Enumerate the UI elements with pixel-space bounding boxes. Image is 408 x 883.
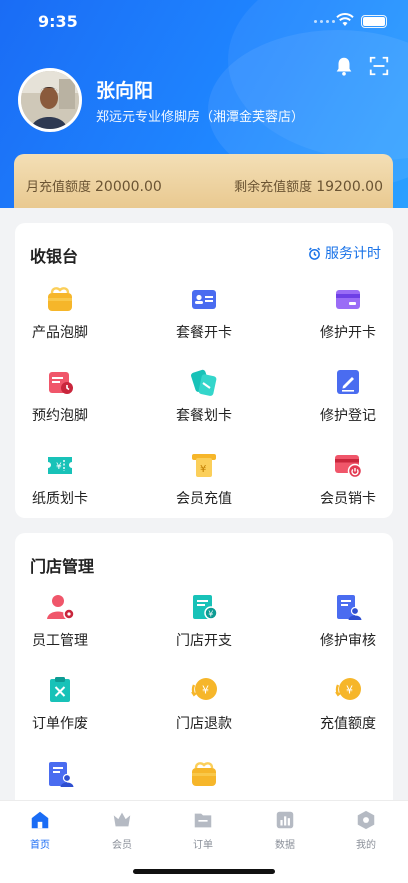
- svg-text:¥: ¥: [346, 684, 353, 697]
- paper-ticket-icon: ¥: [48, 457, 72, 474]
- grid-item-label: 套餐开卡: [176, 325, 232, 341]
- basket-icon: [192, 762, 216, 786]
- quota-icon: ¥: [335, 678, 361, 700]
- grid-item-label: 修护审核: [320, 633, 376, 649]
- grid-item-label: 预约泡脚: [32, 408, 88, 424]
- chart-icon: [276, 811, 294, 829]
- expense-icon: ¥: [193, 595, 218, 620]
- grid-item-label: 套餐划卡: [176, 408, 232, 424]
- grid-item-appointment-foot-bath[interactable]: 预约泡脚: [5, 367, 115, 437]
- wifi-icon: [336, 13, 354, 26]
- status-time: 9:35: [38, 12, 78, 31]
- audit-icon: [337, 595, 362, 620]
- refund-icon: ¥: [191, 678, 217, 700]
- grid-item-package-open-card[interactable]: 套餐开卡: [149, 284, 259, 354]
- remaining-quota-value: 19200.00: [316, 179, 383, 195]
- grid-item-repair-open-card[interactable]: 修护开卡: [293, 284, 403, 354]
- folder-icon: [194, 813, 212, 828]
- grid-item-label: 门店开支: [176, 633, 232, 649]
- alarm-clock-icon: [308, 247, 321, 260]
- tab-label: 我的: [356, 840, 376, 851]
- recharge-icon: ¥: [192, 454, 216, 477]
- store-name: 郑远元专业修脚房（湘潭金芙蓉店）: [96, 110, 305, 125]
- grid-item-store-refund[interactable]: ¥ 门店退款: [149, 675, 259, 745]
- grid-item-product-foot-bath[interactable]: 产品泡脚: [5, 284, 115, 354]
- appointment-icon: [49, 372, 73, 394]
- profile-icon: [357, 810, 375, 830]
- tab-profile[interactable]: 我的: [336, 809, 396, 851]
- svg-text:¥: ¥: [56, 462, 62, 472]
- home-icon: [31, 811, 49, 829]
- remaining-quota: 剩余充值额度 19200.00: [234, 176, 383, 195]
- edit-icon: [337, 370, 359, 394]
- grid-item-label: 门店退款: [176, 716, 232, 732]
- monthly-quota-label: 月充值额度: [26, 180, 92, 195]
- svg-text:¥: ¥: [208, 609, 213, 618]
- swipe-card-icon: [191, 369, 217, 396]
- cancel-card-icon: [335, 455, 363, 479]
- tab-label: 订单: [193, 840, 213, 851]
- cashier-title: 收银台: [30, 247, 79, 266]
- service-timer-button[interactable]: 服务计时: [308, 243, 381, 263]
- tab-data[interactable]: 数据: [255, 809, 315, 851]
- grid-item-label: 修护开卡: [320, 325, 376, 341]
- tab-member[interactable]: 会员: [92, 809, 152, 851]
- tab-home[interactable]: 首页: [10, 809, 70, 851]
- status-bar: 9:35: [0, 0, 408, 44]
- quota-panel: 月充值额度 20000.00 剩余充值额度 19200.00: [14, 154, 393, 208]
- staff-icon: [47, 595, 75, 620]
- grid-item-member-recharge[interactable]: ¥ 会员充值: [149, 450, 259, 520]
- cashier-card: 收银台 服务计时 产品泡脚 套餐开卡 修护开卡 预约泡脚 套餐划卡 修护登记 ¥…: [15, 223, 393, 518]
- monthly-quota-value: 20000.00: [95, 179, 162, 195]
- void-order-icon: [50, 677, 70, 702]
- avatar[interactable]: [18, 68, 82, 132]
- grid-item-label: 修护登记: [320, 408, 376, 424]
- store-management-title: 门店管理: [30, 557, 95, 576]
- grid-item-label: 员工管理: [32, 633, 88, 649]
- credit-card-icon: [336, 290, 360, 309]
- grid-item-member-cancel-card[interactable]: 会员销卡: [293, 450, 403, 520]
- foot-bath-icon: [48, 287, 72, 311]
- document-user-icon: [49, 762, 74, 787]
- grid-item-label: 产品泡脚: [32, 325, 88, 341]
- card-icon: [192, 290, 216, 309]
- grid-item-store-expense[interactable]: ¥ 门店开支: [149, 592, 259, 662]
- grid-item-void-order[interactable]: 订单作废: [5, 675, 115, 745]
- svg-text:¥: ¥: [200, 464, 206, 475]
- battery-icon: [361, 15, 387, 28]
- grid-item-repair-register[interactable]: 修护登记: [293, 367, 403, 437]
- tab-orders[interactable]: 订单: [173, 809, 233, 851]
- grid-item-label: 纸质划卡: [32, 491, 88, 507]
- grid-item-label: 会员充值: [176, 491, 232, 507]
- grid-item-label: 充值额度: [320, 716, 376, 732]
- grid-item-paper-swipe-card[interactable]: ¥ 纸质划卡: [5, 450, 115, 520]
- grid-item-staff-management[interactable]: 员工管理: [5, 592, 115, 662]
- user-name: 张向阳: [96, 80, 154, 102]
- grid-item-recharge-quota[interactable]: ¥ 充值额度: [293, 675, 403, 745]
- tab-label: 数据: [275, 840, 295, 851]
- remaining-quota-label: 剩余充值额度: [234, 180, 313, 195]
- grid-item-label: 会员销卡: [320, 491, 376, 507]
- home-indicator: [133, 869, 275, 874]
- grid-item-package-swipe-card[interactable]: 套餐划卡: [149, 367, 259, 437]
- crown-icon: [113, 812, 131, 827]
- grid-item-repair-audit[interactable]: 修护审核: [293, 592, 403, 662]
- monthly-quota: 月充值额度 20000.00: [26, 176, 162, 195]
- svg-text:¥: ¥: [202, 684, 209, 697]
- bell-icon[interactable]: [333, 55, 355, 77]
- tab-label: 首页: [30, 840, 50, 851]
- signal-icon: [314, 20, 335, 23]
- service-timer-label: 服务计时: [325, 246, 381, 262]
- scan-icon[interactable]: [368, 55, 390, 77]
- store-management-card: 门店管理 员工管理 ¥ 门店开支 修护审核 订单作废 ¥ 门店退款 ¥ 充值额度: [15, 533, 393, 823]
- tab-label: 会员: [112, 840, 132, 851]
- grid-item-label: 订单作废: [32, 716, 88, 732]
